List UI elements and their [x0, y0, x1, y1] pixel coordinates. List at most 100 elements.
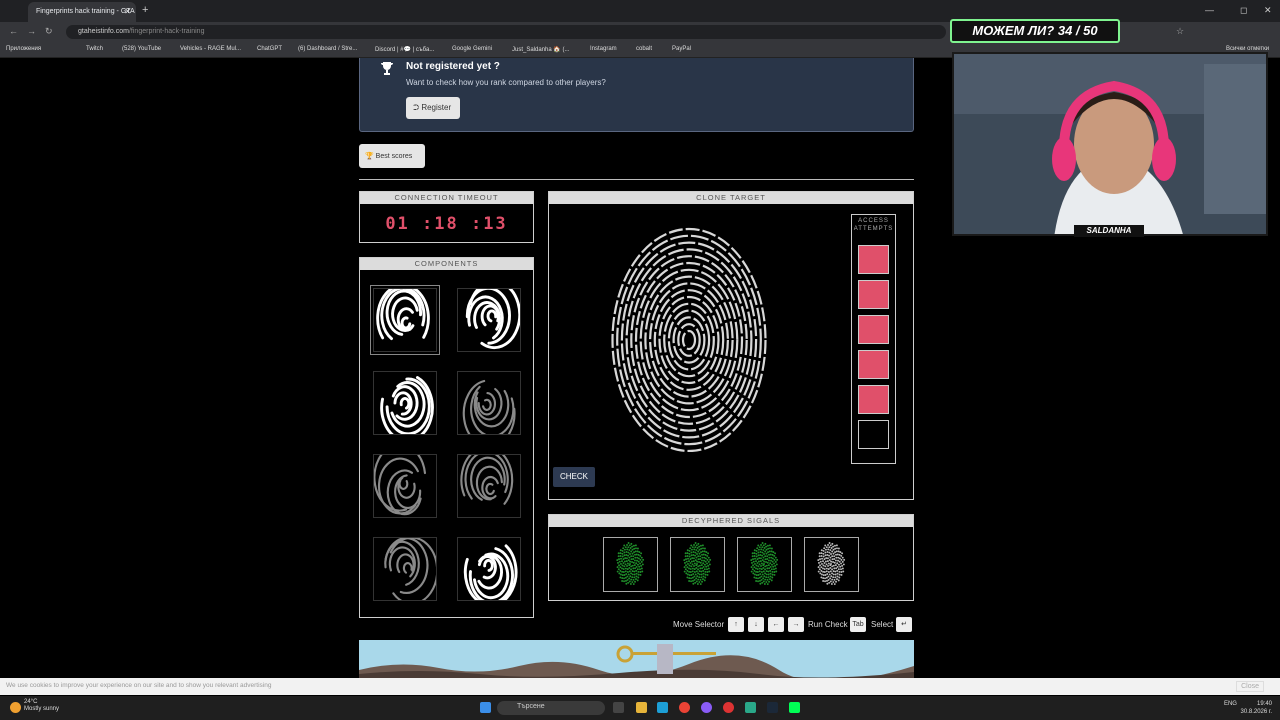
register-subtitle: Want to check how you rank compared to o… — [406, 78, 606, 87]
signal-slot — [603, 537, 658, 592]
best-scores-label: Best scores — [375, 153, 413, 160]
bookmark-item[interactable]: Google Gemini — [452, 46, 492, 52]
fingerprint-component[interactable] — [457, 371, 521, 435]
app-icon[interactable] — [789, 702, 800, 713]
attempt-slot — [858, 420, 889, 449]
signals-title: DECYPHERED SIGALS — [549, 515, 913, 527]
app-icon[interactable] — [701, 702, 712, 713]
cookie-close-button[interactable]: Close — [1236, 681, 1264, 692]
bookmark-item[interactable]: PayPal — [672, 46, 691, 52]
cookie-text: We use cookies to improve your experienc… — [6, 682, 272, 689]
cookie-notice: We use cookies to improve your experienc… — [0, 678, 1280, 695]
timeout-title: CONNECTION TIMEOUT — [360, 192, 533, 204]
fingerprint-component[interactable] — [370, 285, 440, 355]
taskbar-search[interactable]: Търсене — [497, 701, 605, 715]
task-view-icon[interactable] — [613, 702, 624, 713]
webcam-overlay — [952, 52, 1268, 236]
fingerprint-component[interactable] — [457, 288, 521, 352]
maximize-icon[interactable]: ◻ — [1240, 5, 1247, 16]
file-explorer-icon[interactable] — [636, 702, 647, 713]
clone-title: CLONE TARGET — [549, 192, 913, 204]
connection-timeout-panel: CONNECTION TIMEOUT 01 :18 :13 — [359, 191, 534, 243]
url-path: /fingerprint-hack-training — [128, 28, 205, 35]
bookmark-star-icon[interactable]: ☆ — [1176, 26, 1184, 37]
components-title: COMPONENTS — [360, 258, 533, 270]
key-left: ← — [768, 617, 784, 632]
register-button[interactable]: ⮊ Register — [406, 97, 460, 119]
clock-time: 19:40 — [1256, 701, 1272, 707]
target-fingerprint — [611, 227, 767, 452]
bookmark-item[interactable]: (6) Dashboard / Stre... — [298, 46, 357, 52]
key-down: ↓ — [748, 617, 764, 632]
minimize-icon[interactable]: — — [1205, 5, 1214, 15]
weather-icon[interactable] — [10, 702, 21, 713]
streamer-name: SALDANHA — [1074, 225, 1144, 237]
fingerprint-component[interactable] — [457, 537, 521, 601]
check-button[interactable]: CHECK — [553, 467, 595, 487]
search-placeholder: Търсене — [517, 703, 545, 710]
bookmark-item[interactable]: Vehicles - RAGE Mul... — [180, 46, 241, 52]
fingerprint-component[interactable] — [373, 454, 437, 518]
best-scores-button[interactable]: 🏆 Best scores — [359, 144, 425, 168]
attempt-slot — [858, 385, 889, 414]
attempt-slot — [858, 350, 889, 379]
close-tab-icon[interactable]: ✕ — [124, 7, 131, 16]
system-tray[interactable]: ENG 19:40 30.8.2026 г. — [1224, 700, 1272, 716]
bookmark-item[interactable]: (528) YouTube — [122, 46, 161, 52]
tab-title: Fingerprints hack training - GTA — [36, 8, 135, 15]
components-panel: COMPONENTS — [359, 257, 534, 618]
signal-slot — [737, 537, 792, 592]
bookmark-item[interactable]: Приложения — [6, 46, 41, 52]
weather-temp: 24°C — [24, 699, 38, 705]
clock-date: 30.8.2026 г. — [1240, 709, 1272, 715]
lang-indicator: ENG — [1223, 701, 1237, 707]
trophy-small-icon: 🏆 — [365, 153, 374, 160]
steam-icon[interactable] — [767, 702, 778, 713]
attempt-slot — [858, 315, 889, 344]
move-selector-label: Move Selector — [673, 620, 725, 629]
new-tab-icon[interactable]: + — [142, 4, 148, 16]
browser-tab[interactable]: Fingerprints hack training - GTA ✕ — [28, 2, 136, 22]
url-host: gtaheistinfo.com — [78, 28, 129, 35]
divider — [359, 179, 914, 180]
key-tab: Tab — [850, 617, 866, 632]
stream-banner: МОЖЕМ ЛИ? 34 / 50 — [950, 19, 1120, 43]
fingerprint-component[interactable] — [373, 537, 437, 601]
key-right: → — [788, 617, 804, 632]
signal-slot — [670, 537, 725, 592]
trophy-icon — [381, 62, 393, 75]
fingerprint-component[interactable] — [457, 454, 521, 518]
register-label: Register — [421, 103, 452, 112]
start-icon[interactable] — [480, 702, 491, 713]
app-icon[interactable] — [745, 702, 756, 713]
reload-icon[interactable]: ↻ — [45, 26, 53, 37]
run-check-label: Run Check — [808, 620, 848, 629]
weather-widget[interactable]: 24°C Mostly sunny — [24, 699, 59, 713]
edge-icon[interactable] — [657, 702, 668, 713]
clone-target-panel: CLONE TARGET ACCESS ATTEMPTS CHECK — [548, 191, 914, 500]
back-icon[interactable]: ← — [9, 26, 18, 36]
windows-taskbar: 24°C Mostly sunny Търсене ENG 19:40 30.8… — [0, 696, 1280, 720]
url-bar[interactable]: gtaheistinfo.com/fingerprint-hack-traini… — [66, 25, 946, 39]
close-window-icon[interactable]: ✕ — [1264, 5, 1272, 16]
decyphered-signals-panel: DECYPHERED SIGALS — [548, 514, 914, 601]
access-attempts: ACCESS ATTEMPTS — [851, 214, 896, 464]
bookmark-item[interactable]: Just_Saldanha 🏠 (... — [512, 46, 570, 53]
fingerprint-component[interactable] — [373, 371, 437, 435]
attempt-slot — [858, 245, 889, 274]
bookmark-item[interactable]: Discord | #💬 | съба... — [375, 46, 434, 53]
forward-icon[interactable]: → — [27, 26, 36, 36]
bookmark-item[interactable]: ChatGPT — [257, 46, 282, 52]
signal-slot — [804, 537, 859, 592]
obs-icon[interactable] — [723, 702, 734, 713]
bookmark-item[interactable]: Twitch — [86, 46, 103, 52]
chrome-icon[interactable] — [679, 702, 690, 713]
attempts-label: ACCESS ATTEMPTS — [853, 218, 894, 232]
bookmark-item[interactable]: cobalt — [636, 46, 652, 52]
key-enter: ↵ — [896, 617, 912, 632]
bookmark-item[interactable]: Instagram — [590, 46, 617, 52]
game-banner-image — [359, 640, 914, 678]
login-icon: ⮊ — [413, 103, 420, 112]
select-label: Select — [871, 620, 894, 629]
key-up: ↑ — [728, 617, 744, 632]
